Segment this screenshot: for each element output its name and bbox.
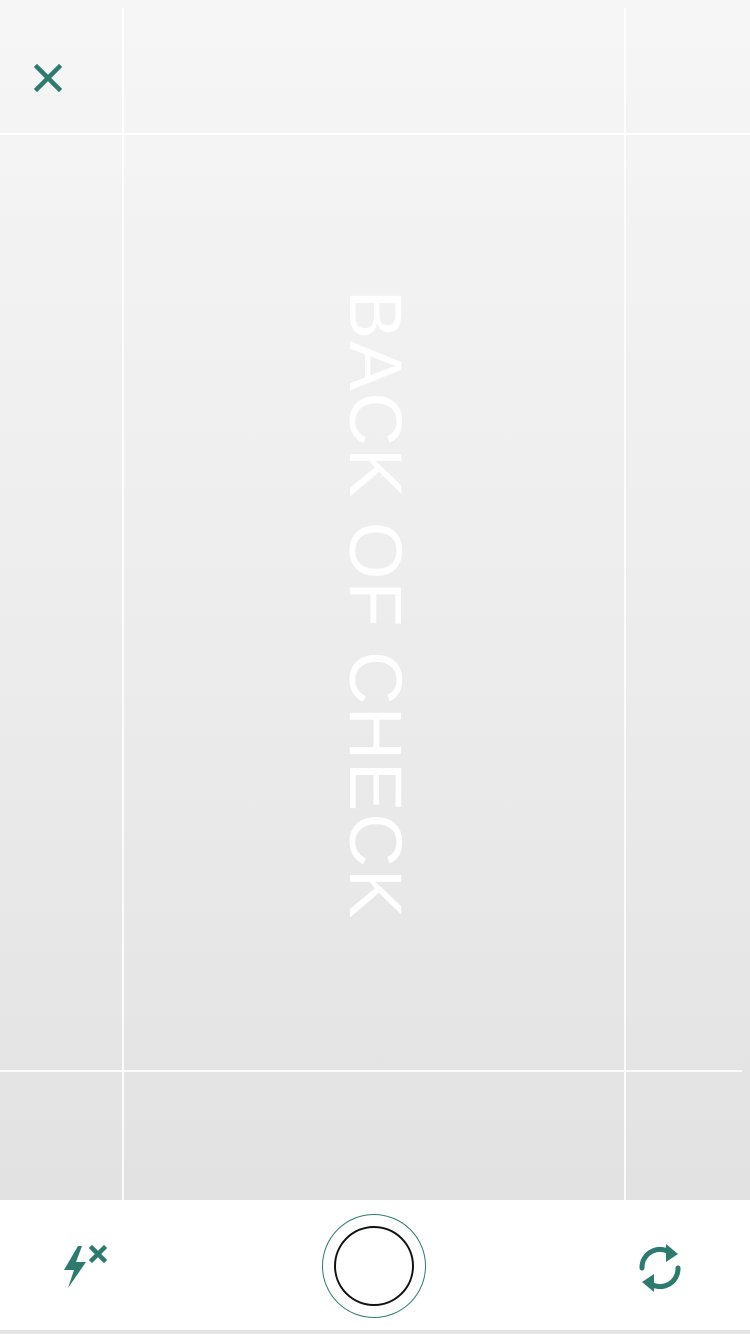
close-button[interactable] (18, 48, 78, 108)
flash-toggle-button[interactable] (56, 1240, 116, 1296)
bottom-divider (0, 1330, 750, 1334)
camera-screen: BACK OF CHECK (0, 0, 750, 1334)
camera-viewfinder: BACK OF CHECK (0, 0, 750, 1200)
grid-line-vertical-right (624, 8, 626, 1200)
check-side-guide-label: BACK OF CHECK (334, 289, 417, 921)
grid-line-vertical-left (122, 8, 124, 1200)
shutter-button[interactable] (322, 1214, 426, 1318)
switch-camera-button[interactable] (632, 1238, 688, 1298)
flash-off-icon (64, 1244, 108, 1288)
shutter-inner-ring (334, 1226, 414, 1306)
grid-line-horizontal-top (0, 133, 750, 135)
close-icon (33, 63, 63, 93)
switch-camera-icon (639, 1244, 681, 1292)
camera-controls-bar (0, 1200, 750, 1330)
grid-line-horizontal-bottom (0, 1070, 742, 1072)
